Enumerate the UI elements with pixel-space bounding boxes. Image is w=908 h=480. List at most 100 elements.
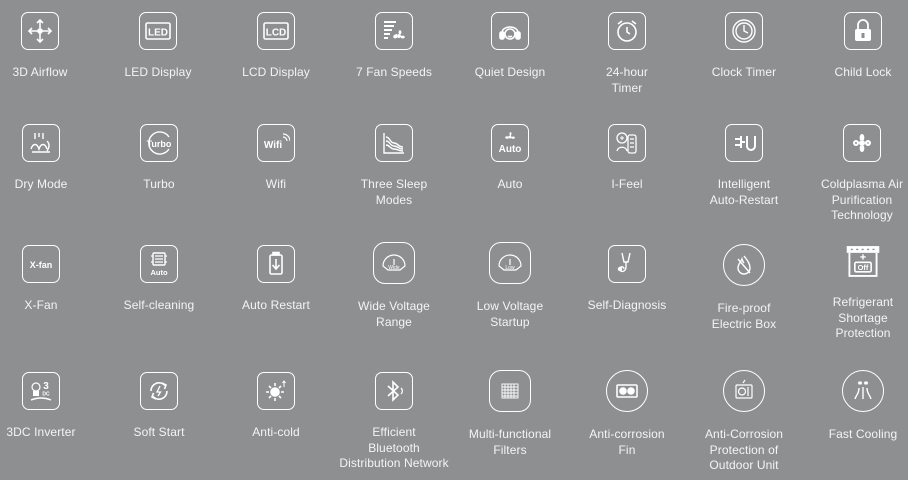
wifi-icon: Wifi	[257, 124, 295, 162]
alarm-clock-icon	[608, 12, 646, 50]
fast-cooling-icon	[842, 370, 884, 412]
feature-label: Low Voltage Startup	[476, 299, 544, 329]
fire-icon	[723, 244, 765, 286]
quiet-icon	[491, 12, 529, 50]
svg-text:Low: Low	[505, 265, 515, 271]
feature-auto: Auto Auto	[451, 124, 569, 193]
feature-label: 3D Airflow	[12, 65, 68, 79]
turbo-icon: Turbo	[140, 124, 178, 162]
feature-soft-start: Soft Start	[100, 372, 218, 441]
auto-fan-icon: Auto	[491, 124, 529, 162]
clock-icon	[725, 12, 763, 50]
feature-coldplasma: Coldplasma Air Purification Technology	[803, 124, 908, 224]
feature-dry-mode: Dry Mode	[0, 124, 100, 193]
feature-low-voltage: Low Low Voltage Startup	[451, 242, 569, 330]
fan-speeds-icon	[375, 12, 413, 50]
svg-text:LCD: LCD	[266, 28, 287, 39]
feature-intelligent-auto-restart: Intelligent Auto-Restart	[685, 124, 803, 208]
inverter-icon: 3 DC	[22, 372, 60, 410]
battery-icon	[257, 245, 295, 283]
remote-icon	[608, 124, 646, 162]
feature-label: Auto Restart	[242, 298, 310, 312]
svg-text:LED: LED	[148, 28, 168, 39]
feature-lcd-display: LCD LCD Display	[217, 12, 335, 81]
refrigerant-icon: Off	[844, 242, 882, 280]
svg-text:Off: Off	[858, 263, 869, 272]
anti-cold-icon	[257, 372, 295, 410]
fin-icon	[606, 370, 648, 412]
self-clean-icon: Auto	[140, 245, 178, 283]
svg-text:Turbo: Turbo	[147, 139, 172, 149]
svg-text:Auto: Auto	[150, 268, 167, 277]
svg-text:Wifi: Wifi	[264, 140, 282, 151]
feature-label: LCD Display	[242, 65, 310, 79]
feature-self-cleaning: Auto Self-cleaning	[100, 245, 218, 314]
feature-self-diagnosis: Self-Diagnosis	[568, 245, 686, 314]
feature-turbo: Turbo Turbo	[100, 124, 218, 193]
feature-quiet-design: Quiet Design	[451, 12, 569, 81]
feature-outdoor-unit: Anti-Corrosion Protection of Outdoor Uni…	[685, 370, 803, 474]
feature-3d-airflow: 3D Airflow	[0, 12, 99, 81]
feature-label: I-Feel	[611, 177, 643, 191]
plasma-icon	[843, 124, 881, 162]
feature-24-hour-timer: 24-hour Timer	[568, 12, 686, 96]
low-gauge-icon: Low	[489, 242, 531, 284]
feature-label: LED Display	[124, 65, 192, 79]
feature-fan-speeds: 7 Fan Speeds	[335, 12, 453, 81]
feature-wifi: Wifi Wifi	[217, 124, 335, 193]
feature-label: Anti-cold	[252, 425, 300, 439]
feature-bluetooth: Efficient Bluetooth Distribution Network	[335, 372, 453, 472]
lcd-icon: LCD	[257, 12, 295, 50]
feature-x-fan: X-fan X-Fan	[0, 245, 100, 314]
soft-start-icon	[140, 372, 178, 410]
feature-three-sleep-modes: Three Sleep Modes	[335, 124, 453, 208]
feature-label: Wifi	[265, 177, 287, 191]
feature-clock-timer: Clock Timer	[685, 12, 803, 81]
stethoscope-icon	[608, 245, 646, 283]
feature-3dc-inverter: 3 DC 3DC Inverter	[0, 372, 100, 441]
feature-label: Intelligent Auto-Restart	[709, 177, 779, 207]
feature-label: Dry Mode	[14, 177, 68, 191]
bluetooth-icon	[375, 372, 413, 410]
feature-auto-restart: Auto Restart	[217, 245, 335, 314]
feature-label: Wide Voltage Range	[358, 299, 430, 329]
feature-label: Efficient Bluetooth Distribution Network	[339, 425, 449, 470]
feature-label: Fire-proof Electric Box	[711, 301, 777, 331]
svg-text:Wide: Wide	[388, 265, 400, 271]
feature-label: Turbo	[143, 177, 175, 191]
feature-label: Soft Start	[133, 425, 185, 439]
feature-child-lock: Child Lock	[804, 12, 908, 81]
dry-mode-icon	[22, 124, 60, 162]
svg-text:Auto: Auto	[499, 144, 522, 155]
feature-refrigerant-shortage: Off Refrigerant Shortage Protection	[804, 242, 908, 342]
feature-anti-corrosion-fin: Anti-corrosion Fin	[568, 370, 686, 458]
feature-label: Auto	[497, 177, 523, 191]
feature-label: Coldplasma Air Purification Technology	[820, 177, 904, 222]
feature-anti-cold: Anti-cold	[217, 372, 335, 441]
feature-label: Anti-Corrosion Protection of Outdoor Uni…	[704, 427, 784, 472]
feature-filters: Multi-functional Filters	[451, 370, 569, 458]
airflow-icon	[21, 12, 59, 50]
wide-gauge-icon: Wide	[373, 242, 415, 284]
feature-fire-proof: Fire-proof Electric Box	[685, 244, 803, 332]
outdoor-unit-icon	[723, 370, 765, 412]
feature-label: Self-Diagnosis	[587, 298, 667, 312]
feature-label: Refrigerant Shortage Protection	[832, 295, 894, 340]
feature-wide-voltage: Wide Wide Voltage Range	[335, 242, 453, 330]
feature-label: Three Sleep Modes	[360, 177, 428, 207]
filter-icon	[489, 370, 531, 412]
feature-label: Child Lock	[834, 65, 892, 79]
feature-label: X-Fan	[24, 298, 58, 312]
led-icon: LED	[139, 12, 177, 50]
plug-icon	[725, 124, 763, 162]
feature-grid: 3D Airflow LED LED Display LCD LCD Displ…	[0, 0, 908, 480]
feature-i-feel: I-Feel	[568, 124, 686, 193]
lock-icon	[844, 12, 882, 50]
x-fan-icon: X-fan	[22, 245, 60, 283]
svg-text:DC: DC	[42, 392, 50, 398]
feature-label: Fast Cooling	[828, 427, 898, 441]
feature-label: Self-cleaning	[123, 298, 195, 312]
sleep-curve-icon	[375, 124, 413, 162]
feature-label: 24-hour Timer	[605, 65, 649, 95]
feature-label: Anti-corrosion Fin	[589, 427, 665, 457]
